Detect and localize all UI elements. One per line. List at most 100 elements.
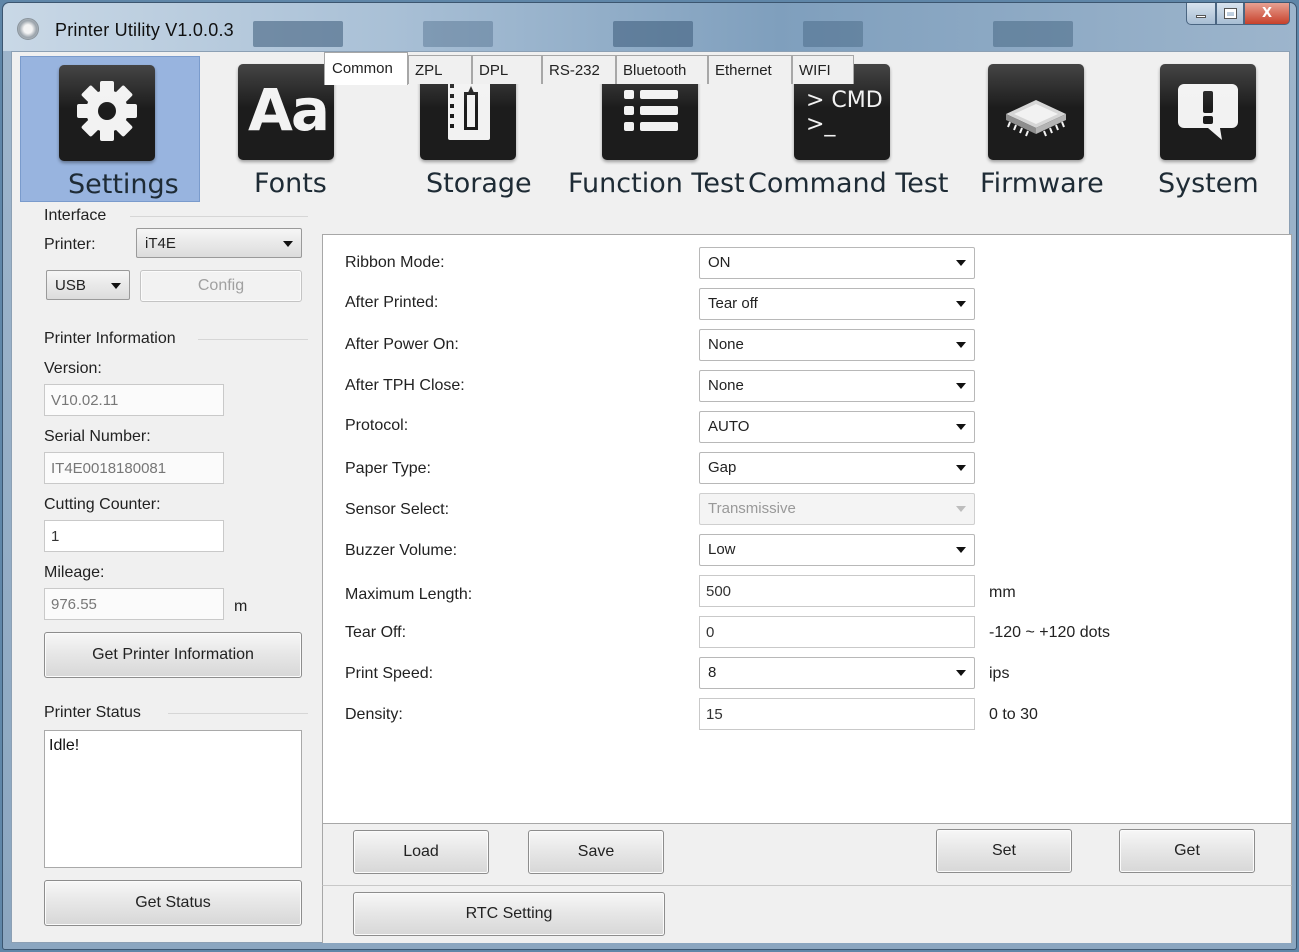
protocol-label: Protocol: (345, 417, 409, 434)
sensor-select-value: Transmissive (708, 500, 796, 517)
maximum-length-unit: mm (989, 584, 1016, 601)
print-speed-select[interactable]: 8 (699, 657, 975, 689)
tab-bluetooth[interactable]: Bluetooth (616, 55, 708, 84)
printer-status-box[interactable]: Idle! (44, 730, 302, 868)
config-button[interactable]: Config (140, 270, 302, 302)
mileage-label: Mileage: (44, 564, 105, 581)
cutting-counter-label: Cutting Counter: (44, 496, 161, 513)
buzzer-volume-label: Buzzer Volume: (345, 542, 458, 559)
chevron-down-icon (956, 260, 966, 266)
buzzer-volume-value: Low (708, 541, 736, 558)
print-speed-value: 8 (708, 664, 717, 681)
common-settings-page: Ribbon Mode: ON After Printed: Tear off … (322, 234, 1292, 824)
minimize-icon (1196, 15, 1206, 18)
after-tph-close-label: After TPH Close: (345, 377, 465, 394)
title-bar[interactable]: Printer Utility V1.0.0.3 X (3, 3, 1296, 51)
paper-type-select[interactable]: Gap (699, 452, 975, 484)
sensor-select-label: Sensor Select: (345, 501, 450, 518)
toolbar-settings[interactable]: Settings (20, 56, 200, 202)
app-icon (17, 18, 39, 40)
ribbon-mode-label: Ribbon Mode: (345, 254, 445, 271)
chevron-down-icon (956, 342, 966, 348)
protocol-value: AUTO (708, 418, 750, 435)
tab-ethernet[interactable]: Ethernet (708, 55, 792, 84)
chevron-down-icon (956, 465, 966, 471)
paper-type-value: Gap (708, 459, 737, 476)
toolbar-firmware-label: Firmware (980, 168, 1104, 199)
client-area: Settings Aa Fonts Storage Function Test … (11, 51, 1292, 944)
minimize-button[interactable] (1186, 3, 1216, 25)
print-speed-unit: ips (989, 665, 1010, 682)
chevron-down-icon (956, 670, 966, 676)
printer-select-value: iT4E (145, 235, 176, 252)
fonts-icon: Aa (238, 64, 334, 160)
after-power-on-label: After Power On: (345, 336, 459, 353)
tab-rs232[interactable]: RS-232 (542, 55, 616, 84)
toolbar-storage-label: Storage (426, 168, 532, 199)
mileage-unit: m (234, 598, 248, 615)
get-button[interactable]: Get (1119, 829, 1255, 873)
ribbon-mode-select[interactable]: ON (699, 247, 975, 279)
chip-icon (988, 64, 1084, 160)
chevron-down-icon (956, 506, 966, 512)
sensor-select-select[interactable]: Transmissive (699, 493, 975, 525)
tear-off-unit: -120 ~ +120 dots (989, 624, 1110, 641)
toolbar-settings-label: Settings (68, 169, 179, 200)
app-window: Printer Utility V1.0.0.3 X Settings Aa F… (2, 2, 1297, 950)
maximize-icon (1224, 9, 1236, 18)
close-icon: X (1261, 6, 1273, 21)
printer-label: Printer: (44, 236, 96, 253)
printer-select[interactable]: iT4E (136, 228, 302, 258)
load-button[interactable]: Load (353, 830, 489, 874)
after-tph-close-value: None (708, 377, 744, 394)
maximum-length-field[interactable]: 500 (699, 575, 975, 607)
ribbon-mode-value: ON (708, 254, 731, 271)
close-button[interactable]: X (1244, 3, 1290, 25)
buzzer-volume-select[interactable]: Low (699, 534, 975, 566)
set-button[interactable]: Set (936, 829, 1072, 873)
density-field[interactable]: 15 (699, 698, 975, 730)
left-panel: Interface Printer: iT4E USB Config Print… (12, 202, 320, 944)
tear-off-label: Tear Off: (345, 624, 407, 641)
action-bar: Load Save Set Get (322, 824, 1292, 886)
port-select-value: USB (55, 277, 86, 294)
get-status-button[interactable]: Get Status (44, 880, 302, 926)
tab-zpl[interactable]: ZPL (408, 55, 472, 84)
tab-common[interactable]: Common (324, 52, 408, 85)
after-power-on-select[interactable]: None (699, 329, 975, 361)
after-printed-select[interactable]: Tear off (699, 288, 975, 320)
chevron-down-icon (956, 424, 966, 430)
save-button[interactable]: Save (528, 830, 664, 874)
interface-group-title: Interface (44, 207, 107, 224)
maximize-button[interactable] (1216, 3, 1244, 25)
after-power-on-value: None (708, 336, 744, 353)
after-tph-close-select[interactable]: None (699, 370, 975, 402)
tab-wifi[interactable]: WIFI (792, 55, 854, 84)
print-speed-label: Print Speed: (345, 665, 434, 682)
density-unit: 0 to 30 (989, 706, 1038, 723)
serial-number-field[interactable]: IT4E0018180081 (44, 452, 224, 484)
get-printer-information-button[interactable]: Get Printer Information (44, 632, 302, 678)
gear-icon (59, 65, 155, 161)
rtc-setting-button[interactable]: RTC Setting (353, 892, 665, 936)
tear-off-field[interactable]: 0 (699, 616, 975, 648)
chevron-down-icon (283, 241, 293, 247)
port-select[interactable]: USB (46, 270, 130, 300)
version-field[interactable]: V10.02.11 (44, 384, 224, 416)
chevron-down-icon (111, 283, 121, 289)
tab-dpl[interactable]: DPL (472, 55, 542, 84)
mileage-field[interactable]: 976.55 (44, 588, 224, 620)
chevron-down-icon (956, 547, 966, 553)
protocol-select[interactable]: AUTO (699, 411, 975, 443)
printer-info-group-title: Printer Information (44, 330, 176, 347)
version-label: Version: (44, 360, 102, 377)
window-title: Printer Utility V1.0.0.3 (55, 20, 234, 40)
toolbar-firmware[interactable]: Firmware (972, 56, 1122, 202)
rtc-bar: RTC Setting (322, 886, 1292, 943)
toolbar-system-label: System (1158, 168, 1259, 199)
toolbar-system[interactable]: System (1152, 56, 1282, 202)
toolbar-fonts-label: Fonts (254, 168, 327, 199)
chevron-down-icon (956, 383, 966, 389)
cutting-counter-field[interactable]: 1 (44, 520, 224, 552)
paper-type-label: Paper Type: (345, 460, 431, 477)
